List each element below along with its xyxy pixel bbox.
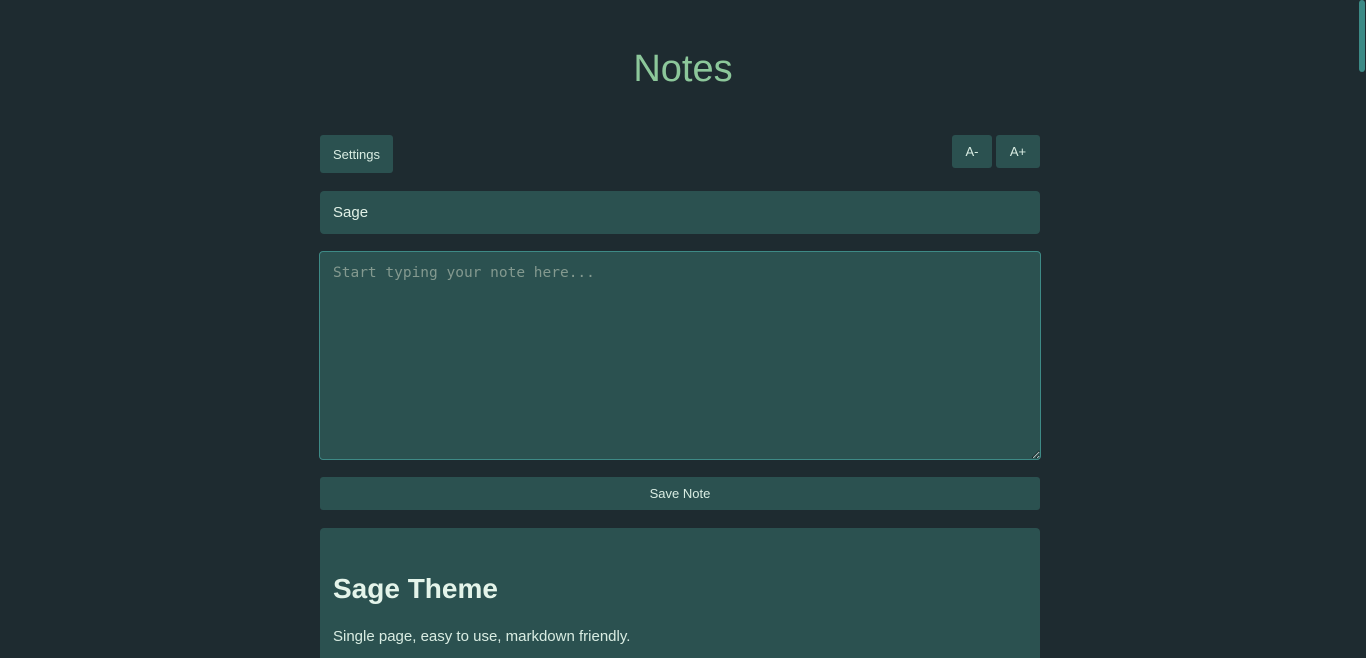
preview-heading: Sage Theme	[333, 573, 498, 604]
scrollbar-thumb[interactable]	[1359, 0, 1365, 72]
note-textarea[interactable]	[319, 251, 1041, 460]
preview-body: Single page, easy to use, markdown frien…	[333, 628, 631, 645]
note-title-input[interactable]	[320, 191, 1040, 234]
notes-app: Notes Settings A- A+ Save Note Sage Them…	[0, 0, 1366, 658]
note-preview: Sage Theme Single page, easy to use, mar…	[320, 528, 1040, 658]
page-title: Notes	[633, 48, 733, 90]
font-decrease-button[interactable]: A-	[952, 135, 992, 168]
settings-button[interactable]: Settings	[320, 135, 393, 173]
font-increase-button[interactable]: A+	[996, 135, 1040, 168]
save-note-button[interactable]: Save Note	[320, 477, 1040, 510]
